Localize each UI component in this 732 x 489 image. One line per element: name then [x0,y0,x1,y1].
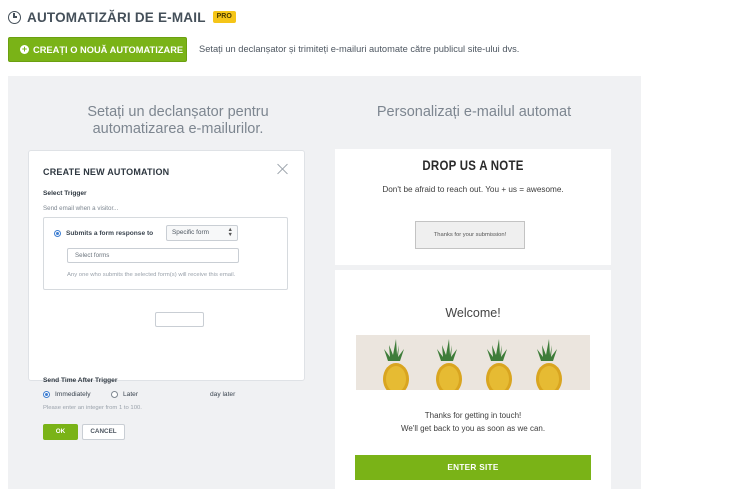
select-trigger-label: Select Trigger [43,190,87,197]
welcome-message-line2: We'll get back to you as soon as we can. [400,424,546,433]
page-title: AUTOMATIZĂRI DE E-MAIL [27,9,206,25]
select-arrows-icon: ▲ ▼ [227,227,233,238]
email-preview-card: DROP US A NOTE Don't be afraid to reach … [335,149,611,265]
later-radio[interactable] [111,391,118,398]
page-header: AUTOMATIZĂRI DE E-MAIL PRO [8,8,236,26]
trigger-option-box: Submits a form response to Specific form… [43,217,288,290]
ok-button[interactable]: OK [43,424,78,440]
form-response-label: Submits a form response to [66,230,154,237]
send-time-label: Send Time After Trigger [43,377,118,384]
immediately-radio[interactable] [43,391,50,398]
select-forms-input[interactable]: Select forms [67,248,239,263]
create-automation-label: CREAȚI O NOUĂ AUTOMATIZARE [33,44,184,55]
send-when-text: Send email when a visitor... [43,205,119,212]
thanks-submission-button: Thanks for your submission! [415,221,525,249]
form-response-radio[interactable] [54,230,61,237]
immediately-label: Immediately [55,391,91,398]
clock-icon [8,10,21,24]
trigger-heading-line1: Setați un declanșator pentru [87,104,269,120]
trigger-form-select-value: Specific form [172,229,209,236]
cancel-button[interactable]: CANCEL [82,424,125,440]
integer-hint: Please enter an integer from 1 to 100. [43,405,142,411]
trigger-heading: Setați un declanșator pentru automatizar… [48,104,308,138]
later-label: Later [123,391,139,398]
welcome-message-line1: Thanks for getting in touch! [424,411,522,420]
create-automation-button[interactable]: + CREAȚI O NOUĂ AUTOMATIZARE [8,37,187,62]
day-later-label: day later [210,391,236,398]
welcome-email-card: Welcome! Thanks for getting in touch! We… [335,270,611,489]
trigger-hint: Any one who submits the selected form(s)… [67,272,236,278]
pineapples-image [356,335,590,390]
welcome-message: Thanks for getting in touch! We'll get b… [335,409,611,435]
email-preview-title: DROP US A NOTE [422,157,524,173]
enter-site-button: ENTER SITE [355,455,591,480]
trigger-heading-line2: automatizarea e-mailurilor. [92,121,264,137]
create-automation-dialog: CREATE NEW AUTOMATION Select Trigger Sen… [28,150,305,440]
plus-circle-icon: + [20,44,29,54]
email-preview-subtitle: Don't be afraid to reach out. You + us =… [382,185,564,194]
days-input[interactable] [155,312,204,327]
trigger-form-select[interactable]: Specific form ▲ ▼ [166,225,238,241]
intro-panel: Setați un declanșator pentru automatizar… [8,76,641,489]
create-automation-description: Setați un declanșator și trimiteți e-mai… [199,44,520,54]
customize-heading: Personalizați e-mailul automat [376,104,572,120]
dialog-title: CREATE NEW AUTOMATION [43,167,170,177]
pro-badge: PRO [212,11,236,23]
welcome-heading: Welcome! [445,306,501,320]
close-icon[interactable] [277,163,289,175]
